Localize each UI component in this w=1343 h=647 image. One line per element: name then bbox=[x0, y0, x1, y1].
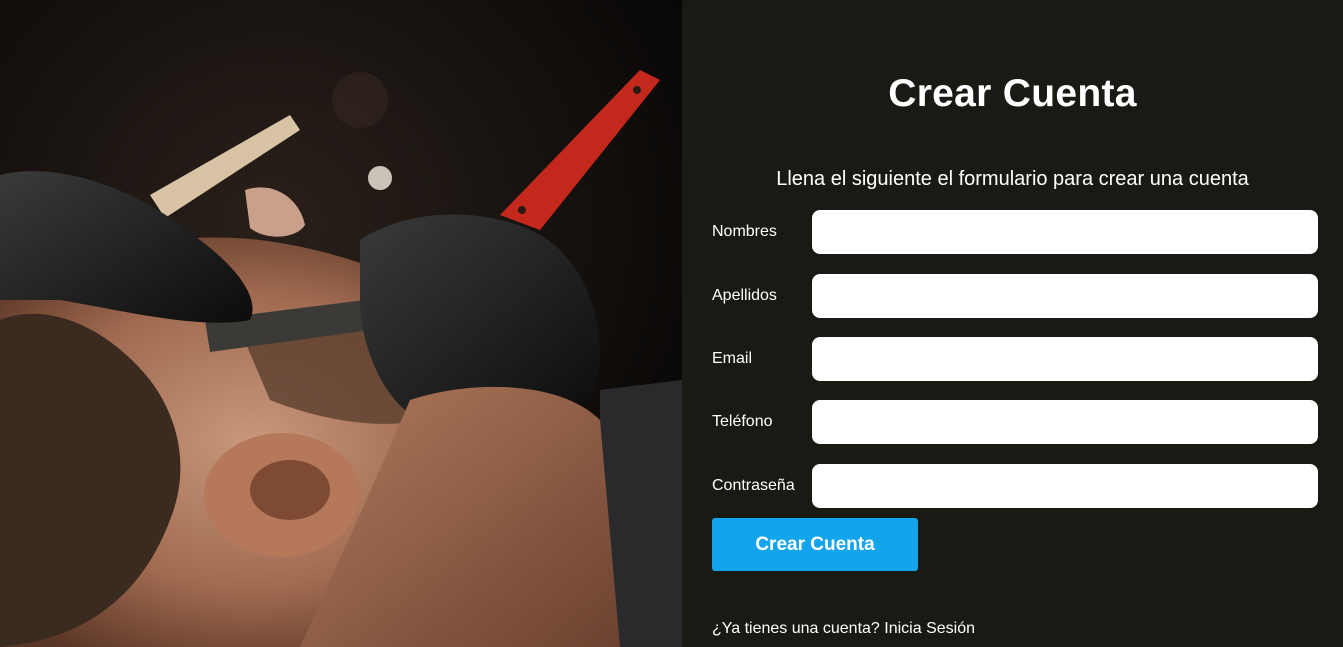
login-link[interactable]: Inicia Sesión bbox=[884, 620, 975, 637]
contrasena-label: Contraseña bbox=[712, 477, 795, 494]
page-title: Crear Cuenta bbox=[888, 72, 1137, 115]
field-apellidos: Apellidos bbox=[712, 274, 1318, 318]
nombres-input[interactable] bbox=[812, 210, 1318, 254]
contrasena-input[interactable] bbox=[812, 464, 1318, 508]
email-label: Email bbox=[712, 350, 753, 367]
hero-image bbox=[0, 0, 682, 647]
telefono-label: Teléfono bbox=[712, 413, 773, 430]
apellidos-label: Apellidos bbox=[712, 287, 777, 304]
login-prompt-line: ¿Ya tienes una cuenta? Inicia Sesión bbox=[712, 620, 975, 638]
field-nombres: Nombres bbox=[712, 210, 1318, 254]
telefono-input[interactable] bbox=[812, 400, 1318, 444]
field-telefono: Teléfono bbox=[712, 400, 1318, 444]
email-input[interactable] bbox=[812, 337, 1318, 381]
field-email: Email bbox=[712, 337, 1318, 381]
signup-panel: Crear Cuenta Llena el siguiente el formu… bbox=[682, 0, 1343, 647]
field-contrasena: Contraseña bbox=[712, 464, 1318, 508]
apellidos-input[interactable] bbox=[812, 274, 1318, 318]
login-prompt-text: ¿Ya tienes una cuenta? bbox=[712, 620, 880, 637]
nombres-label: Nombres bbox=[712, 223, 777, 240]
create-account-button[interactable]: Crear Cuenta bbox=[712, 518, 918, 571]
form-subtitle: Llena el siguiente el formulario para cr… bbox=[776, 168, 1249, 190]
signup-page: Crear Cuenta Llena el siguiente el formu… bbox=[0, 0, 1343, 647]
barber-shaving-illustration bbox=[0, 0, 682, 647]
